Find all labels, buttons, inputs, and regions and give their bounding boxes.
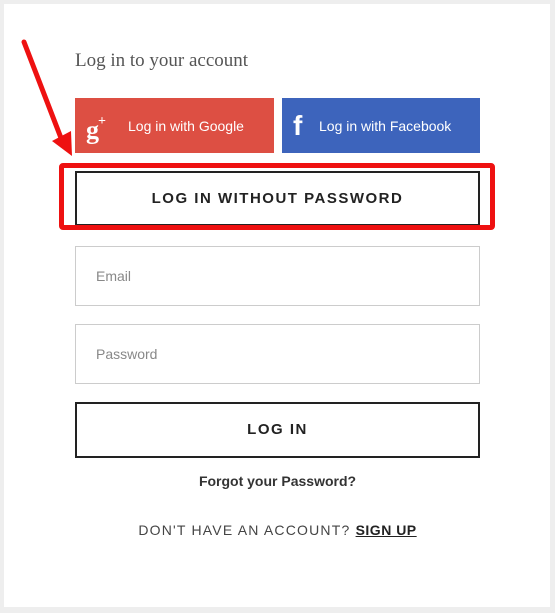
red-arrow-icon xyxy=(21,39,72,156)
